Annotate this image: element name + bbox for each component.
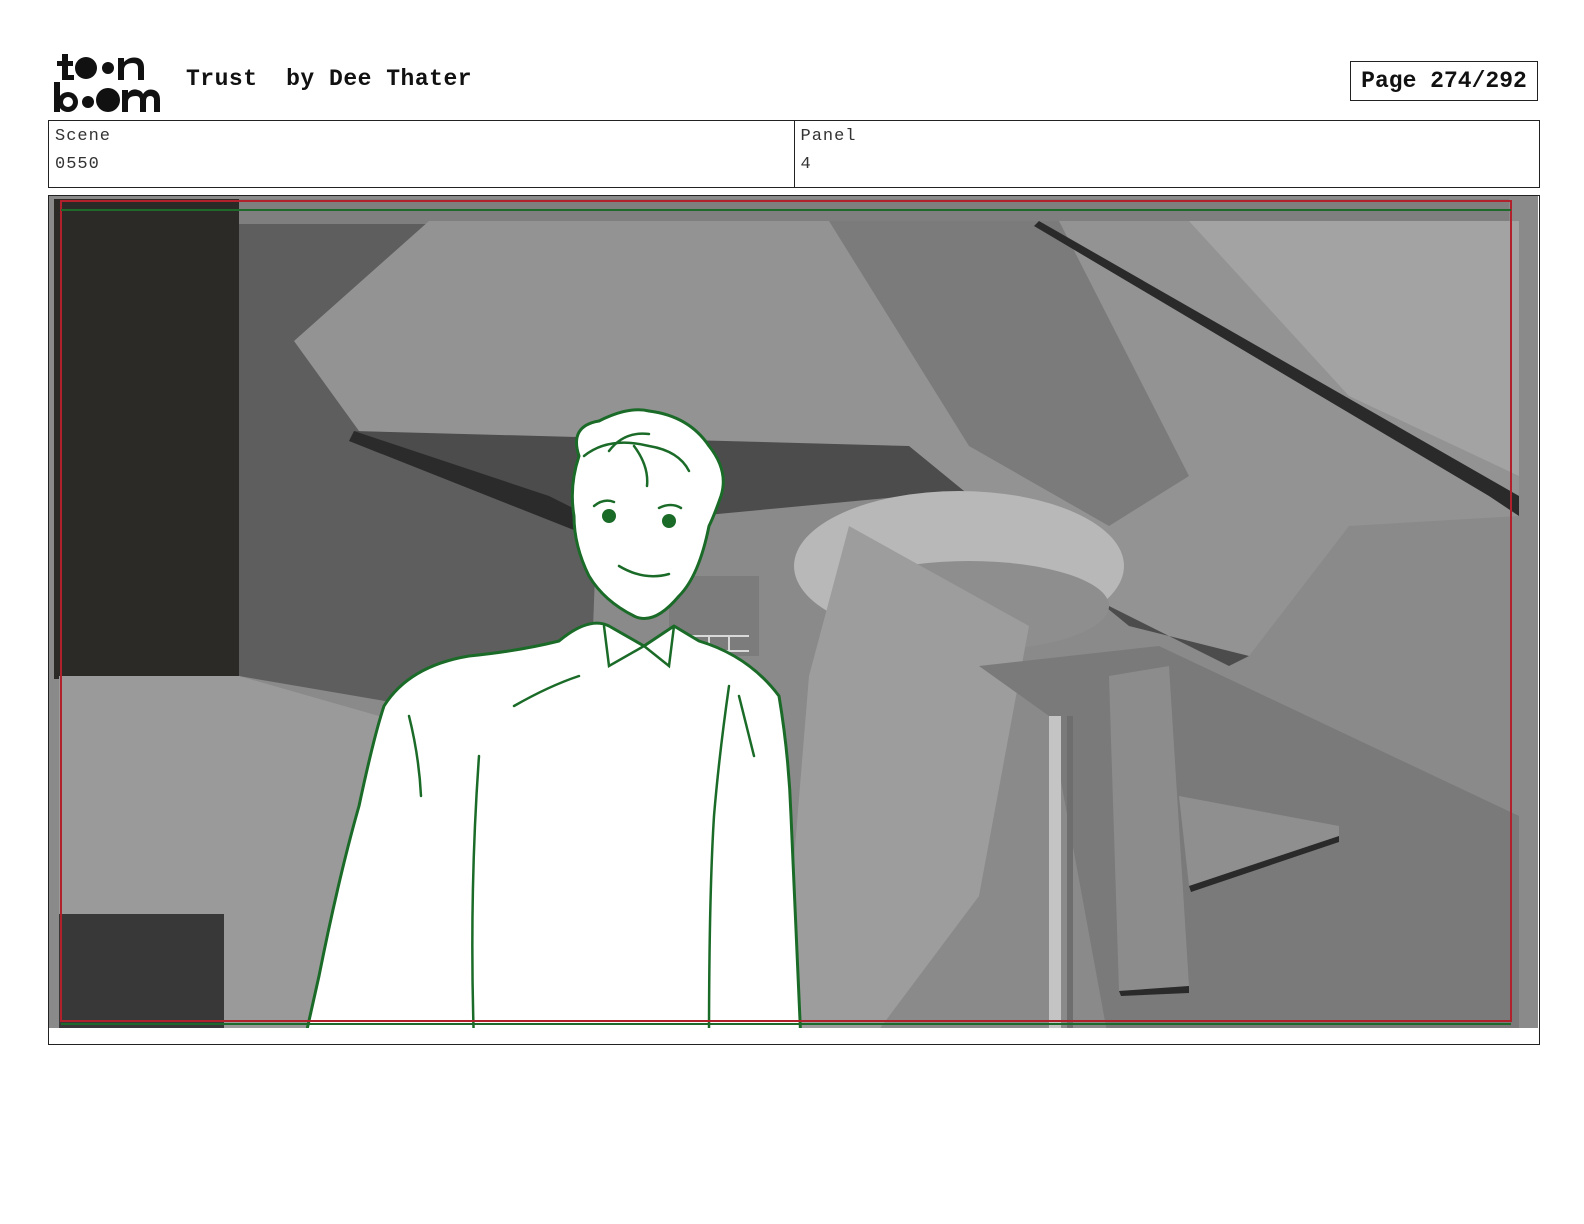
panel-artwork xyxy=(49,196,1538,1043)
scene-panel-info: Scene 0550 Panel 4 xyxy=(48,120,1540,188)
page-indicator: Page 274/292 xyxy=(1350,61,1538,101)
panel-label: Panel xyxy=(800,127,857,146)
scene-value: 0550 xyxy=(55,155,100,174)
dark-pillar xyxy=(54,199,239,679)
storyboard-panel xyxy=(48,195,1540,1045)
toon-boom-logo xyxy=(54,54,160,112)
scene-label: Scene xyxy=(55,127,112,146)
document-title: Trust by Dee Thater xyxy=(186,66,473,92)
panel-cell: Panel 4 xyxy=(793,121,1540,187)
panel-value: 4 xyxy=(800,155,812,174)
scene-cell: Scene 0550 xyxy=(49,121,794,187)
page-indicator-label: Page 274/292 xyxy=(1361,68,1527,94)
